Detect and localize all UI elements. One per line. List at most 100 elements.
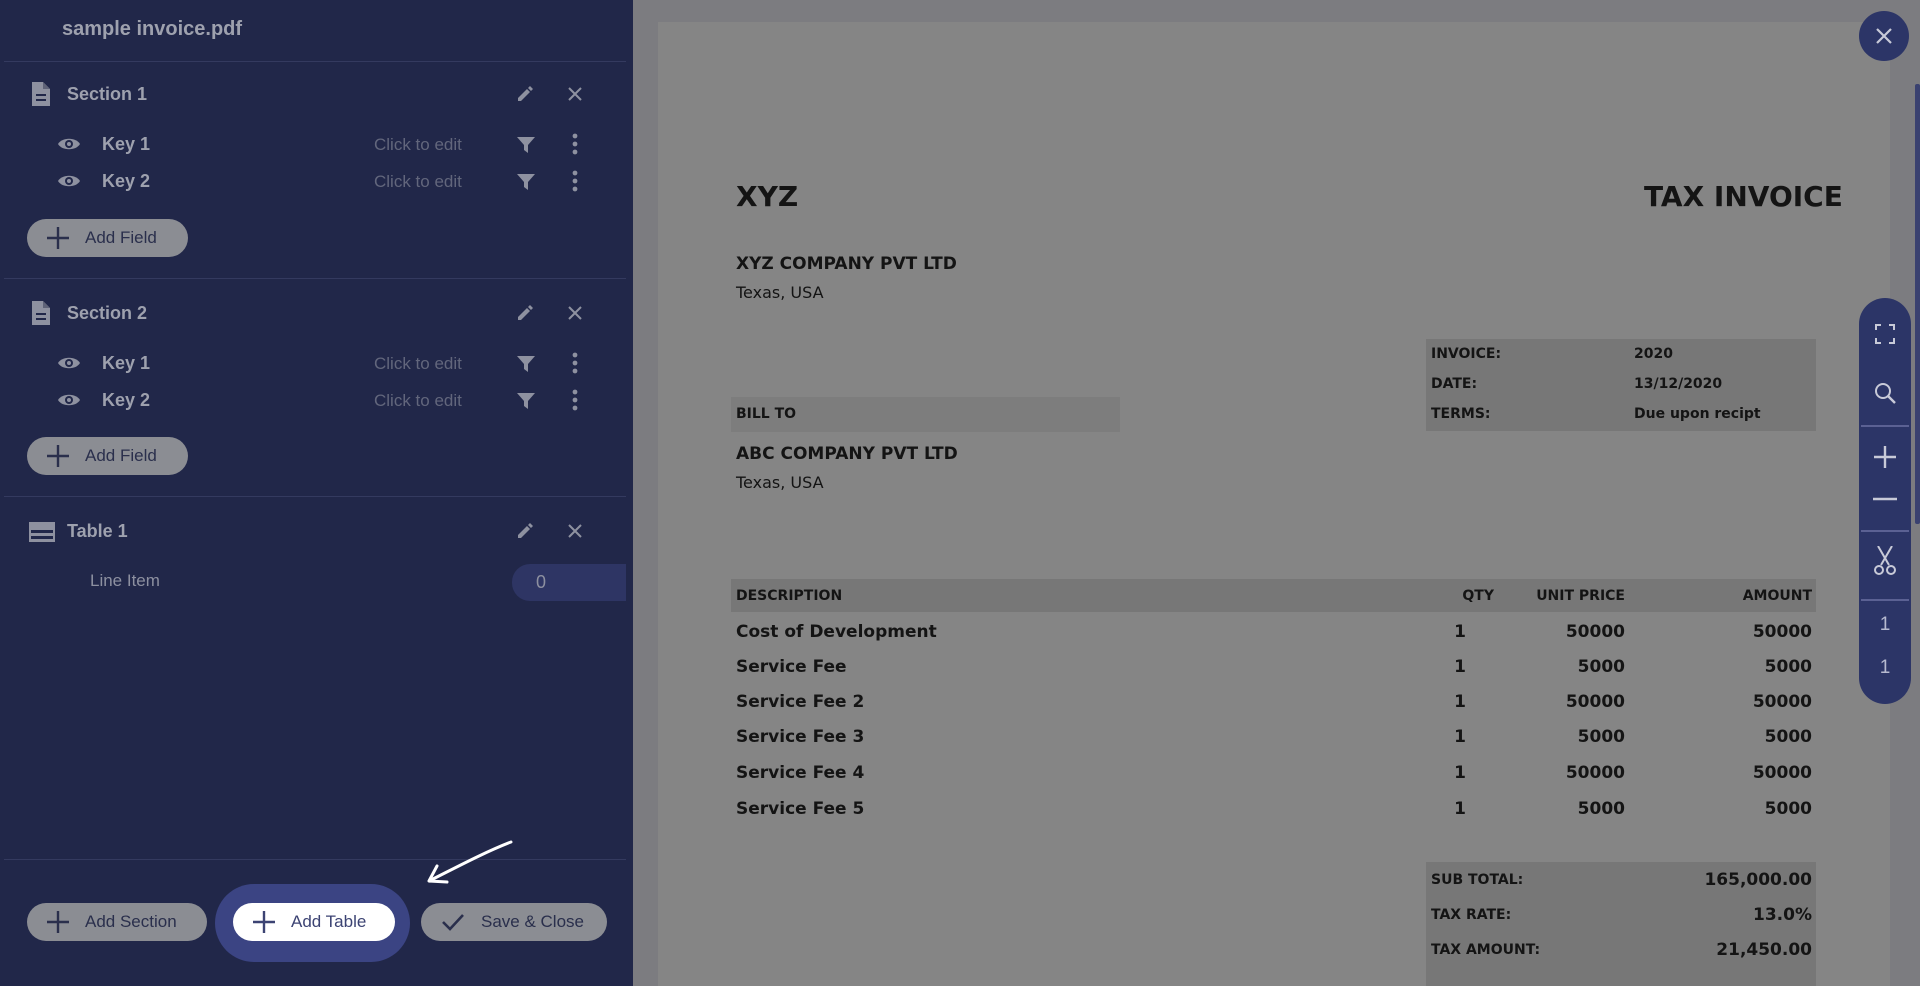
item-description: Service Fee 2 [736,692,865,712]
eye-icon[interactable] [57,174,81,188]
client-location: Texas, USA [736,473,824,492]
field-key[interactable]: Key 2 [102,171,150,192]
close-viewer-button[interactable] [1859,11,1909,61]
table-title: Table 1 [67,521,128,541]
eye-icon[interactable] [57,356,81,370]
save-close-label: Save & Close [481,912,584,931]
total-value: 13.0% [1753,905,1812,925]
field-value-input[interactable]: Click to edit [374,391,462,411]
meta-value: 2020 [1634,346,1673,362]
invoice-page [658,22,1890,986]
scrollbar[interactable] [1915,84,1920,524]
col-description: DESCRIPTION [736,588,843,604]
divider [4,859,626,860]
pencil-icon[interactable] [516,304,534,322]
item-amount: 5000 [1764,657,1812,677]
item-qty: 1 [1454,657,1466,677]
extraction-panel: sample invoice.pdf Section 1 Key 1 Click… [0,0,633,986]
close-icon[interactable] [568,87,582,101]
add-table-label: Add Table [291,912,367,931]
filter-icon[interactable] [517,356,535,372]
plus-icon [253,911,275,933]
more-vertical-icon[interactable] [572,352,578,374]
close-icon[interactable] [568,524,582,538]
field-key[interactable]: Key 1 [102,134,150,155]
total-value: 165,000.00 [1704,870,1812,890]
col-unit-price: UNIT PRICE [1536,588,1625,604]
viewer-toolbar [1859,298,1911,704]
line-item-count: 0 [512,564,626,601]
add-field-button[interactable]: Add Field [27,219,188,257]
field-key[interactable]: Key 2 [102,390,150,411]
add-field-button[interactable]: Add Field [27,437,188,475]
invoice-company-location: Texas, USA [736,283,824,302]
item-qty: 1 [1454,763,1466,783]
line-item-label: Line Item [90,571,160,590]
eye-icon[interactable] [57,393,81,407]
document-icon [32,82,50,106]
meta-label: INVOICE: [1431,346,1502,362]
field-key[interactable]: Key 1 [102,353,150,374]
col-qty: QTY [1462,588,1494,604]
invoice-company-name: XYZ COMPANY PVT LTD [736,254,957,274]
close-icon[interactable] [568,306,582,320]
item-unit-price: 50000 [1565,763,1625,783]
pencil-icon[interactable] [516,522,534,540]
add-field-label: Add Field [85,228,157,247]
file-name: sample invoice.pdf [62,18,243,40]
check-icon [442,914,464,931]
item-description: Service Fee 3 [736,727,865,747]
divider [4,278,626,279]
more-vertical-icon[interactable] [572,170,578,192]
document-icon [32,301,50,325]
save-close-button[interactable]: Save & Close [421,903,607,941]
filter-icon[interactable] [517,137,535,153]
divider [4,496,626,497]
more-vertical-icon[interactable] [572,389,578,411]
total-label: TAX RATE: [1431,907,1512,923]
current-page-number[interactable]: 1 [1859,614,1911,636]
toolbar-divider [1861,425,1909,427]
filter-icon[interactable] [517,393,535,409]
add-section-button[interactable]: Add Section [27,903,207,941]
item-qty: 1 [1454,727,1466,747]
meta-label: DATE: [1431,376,1478,392]
pencil-icon[interactable] [516,85,534,103]
plus-icon [47,445,69,467]
eye-icon[interactable] [57,137,81,151]
meta-label: TERMS: [1431,406,1491,422]
item-unit-price: 5000 [1577,657,1625,677]
divider [4,61,626,62]
close-icon [1876,28,1892,44]
item-description: Cost of Development [736,622,937,642]
field-value-input[interactable]: Click to edit [374,354,462,374]
meta-value: 13/12/2020 [1634,376,1723,392]
arrow-annotation [427,840,513,884]
table-icon [29,522,55,542]
client-name: ABC COMPANY PVT LTD [736,444,958,464]
item-amount: 50000 [1752,763,1812,783]
section-title: Section 1 [67,84,148,104]
item-unit-price: 5000 [1577,799,1625,819]
item-description: Service Fee [736,657,847,677]
zoom-out-icon[interactable] [1873,497,1897,501]
zoom-in-icon[interactable] [1873,445,1897,469]
item-description: Service Fee 5 [736,799,865,819]
more-vertical-icon[interactable] [572,133,578,155]
meta-value: Due upon recipt [1634,406,1761,422]
item-amount: 5000 [1764,799,1812,819]
items-header-band [731,579,1816,612]
field-value-input[interactable]: Click to edit [374,135,462,155]
item-qty: 1 [1454,692,1466,712]
filter-icon[interactable] [517,174,535,190]
field-value-input[interactable]: Click to edit [374,172,462,192]
add-field-label: Add Field [85,446,157,465]
add-table-button[interactable]: Add Table [233,903,395,941]
item-amount: 50000 [1752,692,1812,712]
section-title: Section 2 [67,303,148,323]
search-icon[interactable] [1874,382,1896,404]
item-unit-price: 50000 [1565,622,1625,642]
scissors-icon[interactable] [1874,546,1896,576]
item-qty: 1 [1454,799,1466,819]
fullscreen-icon[interactable] [1874,323,1896,345]
